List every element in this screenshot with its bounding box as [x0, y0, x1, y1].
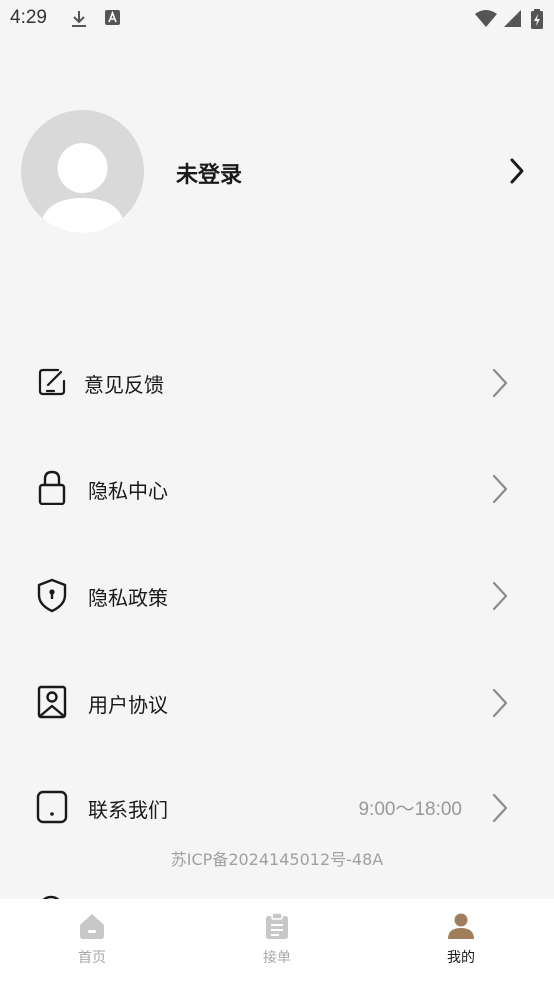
- menu-item-privacy-policy[interactable]: 隐私政策: [0, 565, 554, 625]
- download-icon: [72, 11, 86, 27]
- service-hours: 9:00～18:00: [358, 799, 462, 820]
- phone-icon: [36, 790, 68, 824]
- chevron-right-icon: [492, 793, 508, 823]
- tab-orders[interactable]: 接单: [217, 899, 337, 984]
- menu-label-feedback: 意见反馈: [84, 373, 164, 397]
- bottom-tab-bar: 首页 接单 我的: [0, 899, 554, 984]
- tab-label-home: 首页: [78, 950, 106, 966]
- shield-icon: [37, 578, 67, 613]
- menu-item-user-agreement[interactable]: 用户协议: [0, 672, 554, 732]
- tab-home[interactable]: 首页: [32, 899, 152, 984]
- menu-label-privacy-policy: 隐私政策: [88, 586, 168, 610]
- chevron-right-icon: [492, 688, 508, 718]
- chevron-right-icon: [492, 474, 508, 504]
- chevron-right-icon[interactable]: [506, 156, 528, 186]
- agreement-bookmark-icon: [37, 685, 67, 719]
- profile-header[interactable]: 未登录: [0, 110, 554, 234]
- battery-icon: [531, 9, 543, 29]
- icp-record: 苏ICP备2024145012号-48A: [170, 850, 384, 869]
- status-bar: 4:29: [0, 0, 554, 38]
- user-icon: [448, 913, 474, 939]
- avatar-placeholder-icon: [39, 143, 126, 233]
- home-icon: [80, 914, 104, 939]
- tab-label-orders: 接单: [263, 950, 291, 966]
- tab-label-mine: 我的: [447, 950, 475, 966]
- tab-mine[interactable]: 我的: [401, 899, 521, 984]
- signal-icon: [504, 10, 521, 27]
- lock-icon: [38, 470, 66, 505]
- menu-item-contact-us[interactable]: 联系我们 9:00～18:00: [0, 777, 554, 837]
- app-notification-icon: [105, 10, 120, 25]
- menu-item-privacy-center[interactable]: 隐私中心: [0, 458, 554, 518]
- wifi-icon: [475, 10, 497, 27]
- feedback-edit-icon: [38, 368, 66, 396]
- chevron-right-icon: [492, 581, 508, 611]
- menu-item-feedback[interactable]: 意见反馈: [0, 352, 554, 412]
- login-status-label[interactable]: 未登录: [176, 157, 242, 189]
- clipboard-icon: [266, 913, 288, 939]
- chevron-right-icon: [492, 368, 508, 398]
- menu-label-privacy-center: 隐私中心: [88, 479, 168, 503]
- status-time: 4:29: [10, 7, 47, 28]
- menu-label-contact-us: 联系我们: [88, 798, 168, 822]
- menu-label-user-agreement: 用户协议: [88, 693, 168, 717]
- avatar[interactable]: [21, 110, 144, 233]
